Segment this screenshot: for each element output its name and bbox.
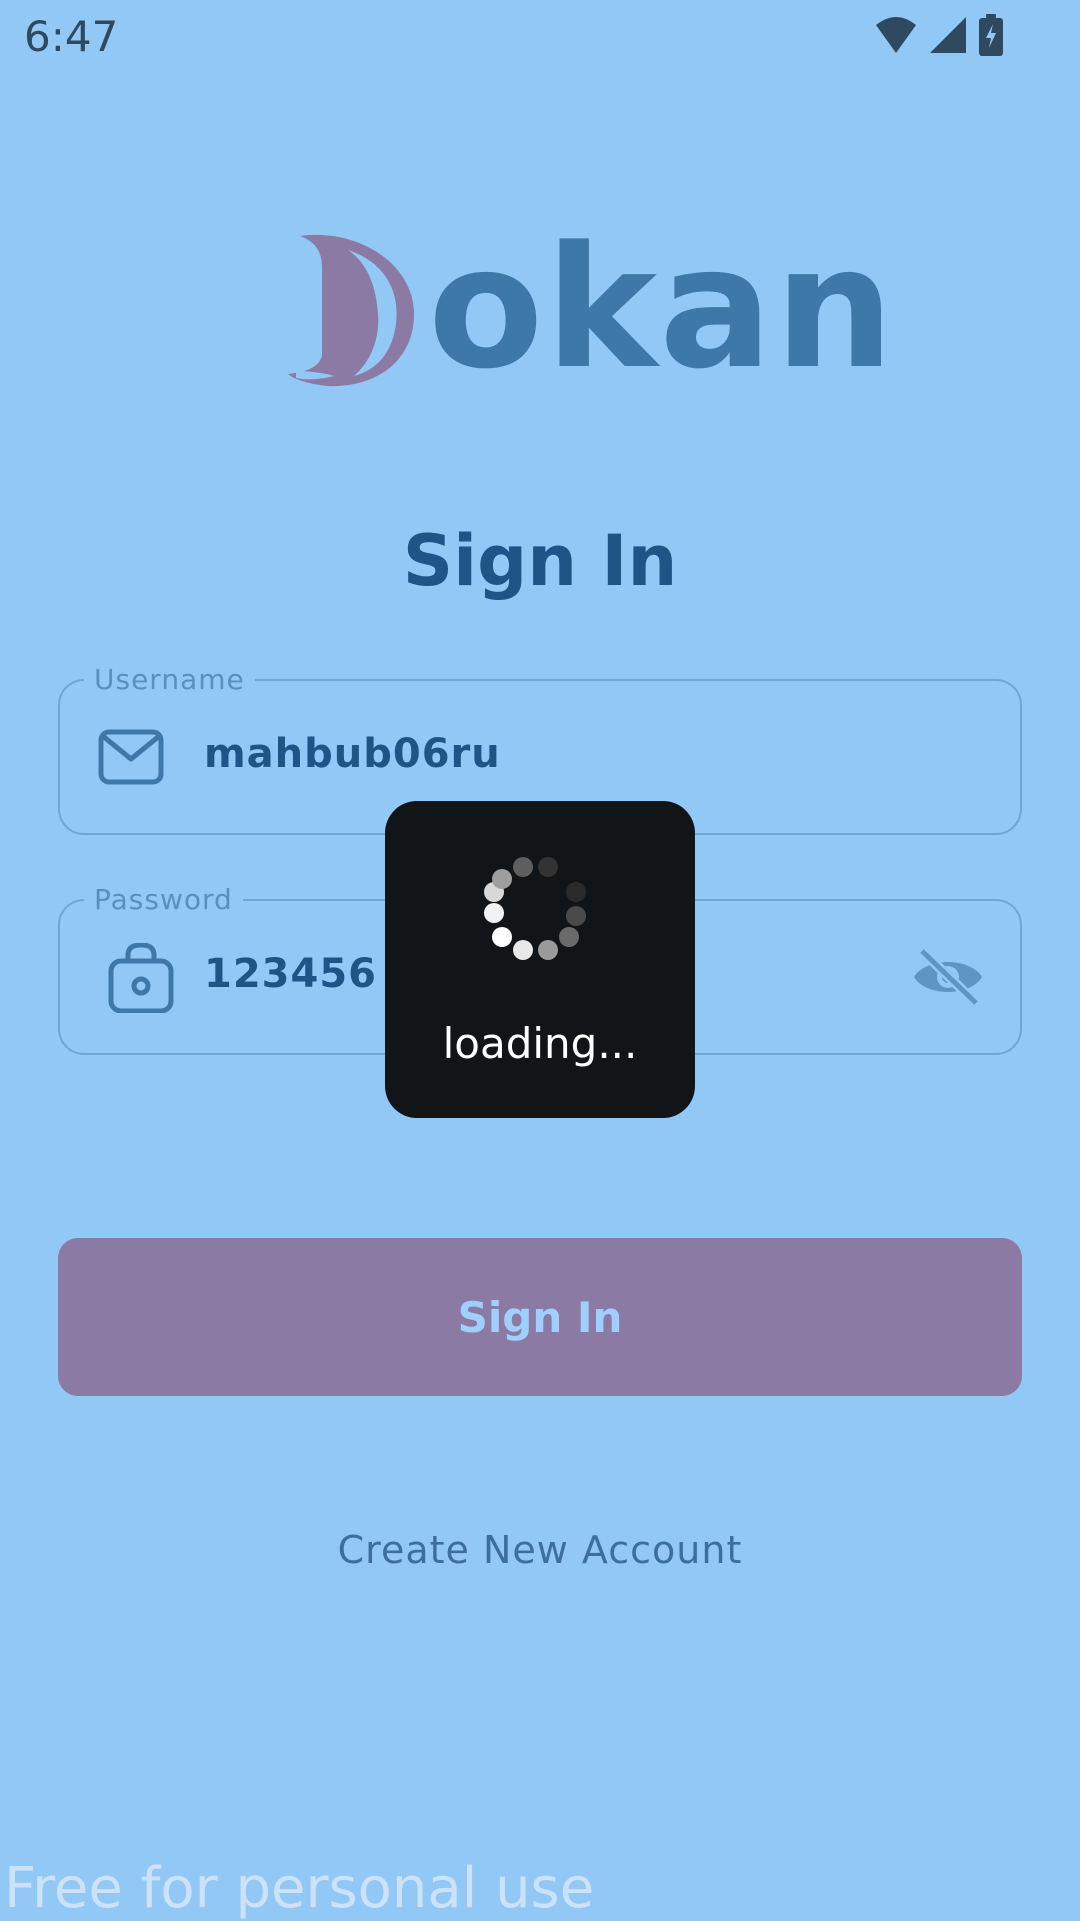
mail-icon xyxy=(98,729,164,790)
signal-icon xyxy=(928,15,968,60)
password-input[interactable]: 123456 xyxy=(204,951,377,997)
battery-charging-icon xyxy=(978,14,1004,61)
sign-in-button[interactable]: Sign In xyxy=(58,1238,1022,1396)
logo-letter: D xyxy=(288,228,289,229)
logo-text: okan xyxy=(428,210,897,406)
lock-icon xyxy=(108,942,174,1018)
page-title: Sign In xyxy=(402,520,678,602)
eye-off-icon[interactable] xyxy=(912,947,984,1012)
loading-spinner-icon xyxy=(484,857,586,960)
password-label: Password xyxy=(84,883,243,917)
logo-d-mark: D xyxy=(288,228,414,387)
watermark-text: Free for personal use xyxy=(4,1856,595,1921)
status-icons xyxy=(874,14,1004,61)
username-input[interactable]: mahbub06ru xyxy=(204,731,501,777)
username-label: Username xyxy=(84,663,255,697)
loading-dialog: loading... xyxy=(385,801,695,1118)
loading-text: loading... xyxy=(442,1019,638,1068)
dokan-logo: D okan xyxy=(288,224,894,392)
wifi-icon xyxy=(874,15,918,60)
status-bar: 6:47 xyxy=(0,0,1080,72)
create-account-link[interactable]: Create New Account xyxy=(0,1528,1080,1572)
status-time: 6:47 xyxy=(24,12,119,61)
